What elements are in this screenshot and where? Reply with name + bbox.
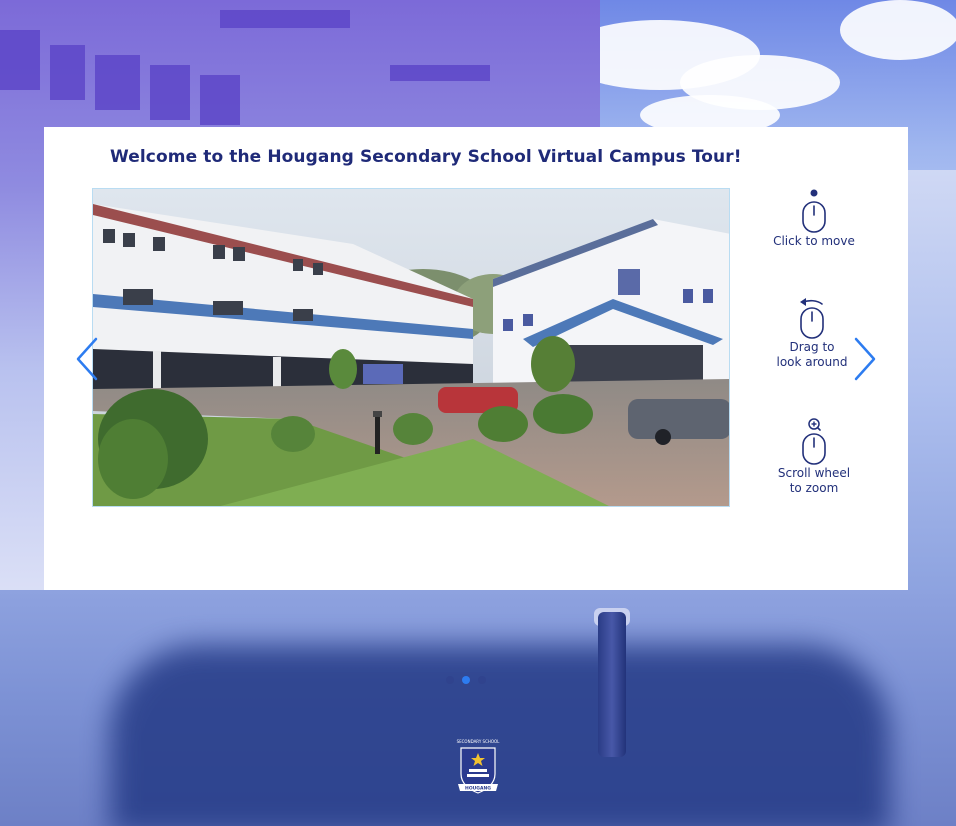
instruction-label-second-line: to zoom <box>789 481 839 495</box>
instruction-click-to-move: Click to move <box>754 188 874 249</box>
school-crest-logo: SECONDARY SCHOOL HOUGANG <box>452 738 504 798</box>
background-lamp-post <box>598 612 626 757</box>
mouse-click-icon <box>802 189 826 233</box>
instruction-label: Click to move <box>773 234 855 248</box>
pagination-dot-3[interactable] <box>478 676 486 684</box>
svg-text:SECONDARY SCHOOL: SECONDARY SCHOOL <box>457 739 501 744</box>
campus-photo <box>92 188 730 507</box>
instruction-label: Drag to <box>789 340 835 354</box>
pagination-dot-2[interactable] <box>462 676 470 684</box>
background-shadow <box>110 645 890 826</box>
carousel-pagination <box>446 676 486 684</box>
mouse-scroll-zoom-icon <box>802 418 826 465</box>
svg-text:HOUGANG: HOUGANG <box>465 786 491 792</box>
panel-title: Welcome to the Hougang Secondary School … <box>110 147 742 167</box>
instruction-drag-to-look: Drag to look around <box>752 296 872 370</box>
chevron-left-icon <box>76 337 98 381</box>
prev-slide-button[interactable] <box>74 335 104 383</box>
instruction-label-second-line: look around <box>776 355 848 369</box>
mouse-drag-icon <box>800 298 824 339</box>
pagination-dot-1[interactable] <box>446 676 454 684</box>
instruction-scroll-to-zoom: Scroll wheel to zoom <box>754 416 874 496</box>
instruction-label: Scroll wheel <box>777 466 851 480</box>
